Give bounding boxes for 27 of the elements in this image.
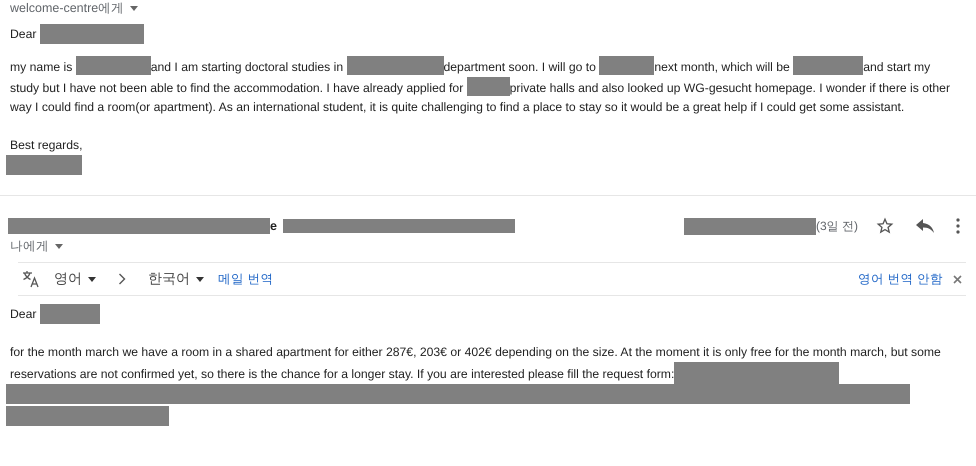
target-language-dropdown[interactable]: 한국어 — [144, 270, 208, 288]
closing-text: Best regards, — [10, 137, 84, 154]
more-icon[interactable] — [956, 218, 960, 234]
greeting-text: Dear — [10, 304, 966, 324]
chevron-icon — [118, 273, 126, 285]
redacted-text — [466, 77, 510, 96]
redacted-text — [599, 56, 654, 75]
recipient-label: welcome-centre에게 — [10, 0, 124, 16]
redacted-text — [793, 56, 864, 75]
redacted-text — [40, 304, 100, 324]
time-label: (3일 전) — [816, 218, 858, 234]
message-paragraph: my name is and I am starting doctoral studies in department soon. I will go to next month, which will be and start my study but I have not been able to find the accommodation. I have already applied for private halls and also looked up WG-gesucht homepage. I wonder if there is other way I could find a room(or apartment). As an international student, it is quite challenging to find a place to stay so it would be a great help if I could get some assistant. — [10, 56, 966, 117]
translate-link[interactable]: 메일 번역 — [218, 270, 274, 288]
recipient-label: 나에게 — [10, 238, 49, 254]
greeting-text: Dear — [10, 24, 966, 44]
caret-icon[interactable] — [130, 6, 138, 10]
never-translate-link[interactable]: 영어 번역 안함 — [858, 270, 943, 288]
caret-icon — [196, 276, 204, 282]
message-paragraph: for the month march we have a room in a shared apartment for either 287€, 203€ or 402€ depending on the size. At the moment it is only free for the month march, but some reservations are not confirmed yet, so there is the chance for a longer stay. If you are interested please fill the request form: — [10, 343, 966, 384]
reply-icon[interactable] — [916, 219, 934, 233]
sender-name: e — [270, 219, 277, 233]
star-icon[interactable] — [876, 217, 894, 235]
close-icon[interactable] — [953, 274, 962, 284]
caret-icon — [88, 276, 96, 282]
source-language-dropdown[interactable]: 영어 — [50, 270, 100, 288]
translate-icon — [22, 270, 40, 288]
caret-icon[interactable] — [55, 244, 63, 248]
